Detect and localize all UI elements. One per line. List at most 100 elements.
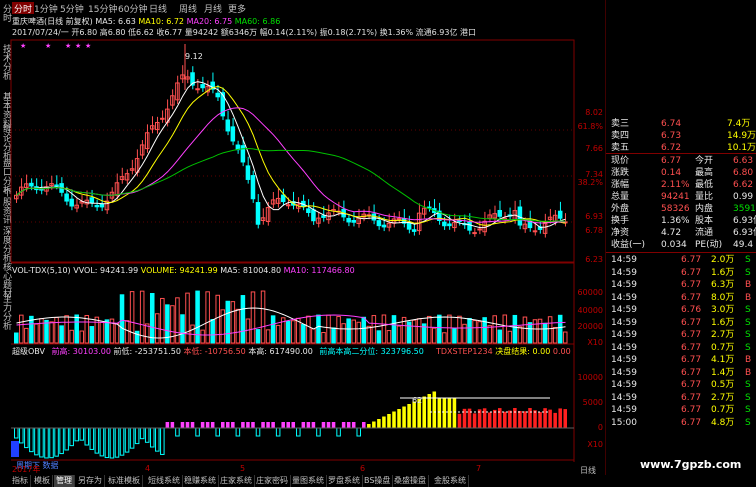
obv-bar [165, 422, 170, 428]
trade-row: 14:59 6.77 2.7万 S [609, 392, 756, 404]
volume-bar [386, 330, 392, 344]
stat-value: 6.93亿 [733, 216, 756, 226]
volume-tick: X10 [587, 338, 603, 347]
ask-volume: 14.9万 [727, 131, 756, 141]
trade-time: 14:59 [611, 292, 637, 303]
obv-bar [362, 422, 366, 428]
bottom-tab-8[interactable]: 庄家密码 [254, 475, 291, 487]
bottom-tab-5[interactable]: 短线系统 [146, 475, 183, 487]
obv-bar [442, 398, 447, 428]
volume-value: VOLUME: 94241.99 [140, 266, 218, 275]
signal-marker: ★ [20, 42, 26, 50]
obv-bar [251, 422, 255, 428]
obv-bar [241, 422, 245, 428]
obv-bar [124, 427, 130, 453]
stat-value: 6.80 [733, 168, 754, 178]
trade-price: 6.77 [681, 280, 702, 290]
obv-bar [296, 427, 301, 437]
trade-row: 15:00 6.77 4.8万 S [609, 417, 756, 429]
bottom-tab-3[interactable]: 另存为 [76, 475, 105, 487]
obv-bar [170, 422, 175, 428]
obv-prev-low: 前低: -253751.50 [113, 347, 181, 356]
volume-tick: 20000 [577, 322, 603, 331]
volume-bar [250, 291, 256, 344]
bottom-tab-0[interactable]: 指标 [10, 475, 31, 487]
obv-bar [412, 401, 416, 428]
daily-tab[interactable]: 日线 [578, 465, 598, 477]
trade-time: 14:59 [611, 330, 637, 340]
ask-label: 卖四 [611, 131, 630, 141]
volume-bar [341, 323, 346, 344]
volume-bar [149, 293, 155, 344]
obv-bar [104, 427, 110, 459]
volume-bar [59, 325, 64, 344]
bottom-tab-4[interactable]: 标准模板 [106, 475, 143, 487]
bottom-tab-6[interactable]: 稳赚系统 [182, 475, 219, 487]
obv-bar [226, 422, 230, 428]
trade-row: 14:59 6.77 1.4万 B [609, 367, 756, 379]
candle-body [280, 194, 286, 203]
obv-bar [94, 427, 100, 454]
volume-bar [301, 324, 306, 344]
trade-price: 6.77 [681, 405, 702, 415]
stat-label: 量比 [695, 192, 714, 202]
obv-bar [377, 419, 381, 428]
bottom-tab-7[interactable]: 庄家系统 [218, 475, 255, 487]
candle-body [99, 203, 105, 208]
obv-bar [160, 427, 165, 455]
signal-marker: ★ [45, 42, 51, 50]
price-tick: 8.02 [585, 108, 603, 117]
trade-time: 14:59 [611, 305, 637, 315]
bottom-tab-12[interactable]: 桑盛操盘 [392, 475, 429, 487]
volume-tick: 60000 [577, 288, 603, 297]
volume-bar [44, 319, 49, 344]
date-tick: 6 [360, 464, 366, 473]
kline-chart[interactable]: ★ ★ ★ ★ ★ [0, 0, 606, 475]
obv-bar [215, 427, 220, 437]
trade-price: 6.77 [681, 355, 702, 365]
bottom-tab-10[interactable]: 罗盘系统 [326, 475, 363, 487]
obv-bar [558, 408, 562, 428]
candle-body [215, 92, 220, 98]
volume-bar [285, 320, 291, 344]
volume-bar [134, 330, 140, 344]
obv-bar [210, 422, 215, 428]
candle-body [376, 220, 382, 227]
obv-bar [482, 408, 487, 428]
obv-bar [200, 422, 205, 428]
volume-bar [124, 320, 130, 344]
obv-bar [49, 427, 54, 459]
bottom-tab-2[interactable]: 管理 [54, 475, 75, 487]
candle-body [195, 88, 200, 91]
stat-value: 4.72 [661, 228, 682, 238]
trade-row: 14:59 6.77 1.6万 S [609, 267, 756, 279]
bottom-tab-1[interactable]: 模板 [32, 475, 53, 487]
trade-price: 6.77 [681, 330, 702, 340]
volume-bar [39, 318, 44, 344]
obv-bar [341, 422, 346, 428]
trade-volume: 0.7万 [711, 342, 735, 353]
trade-volume: 2.7万 [711, 392, 735, 403]
trade-price: 6.77 [681, 292, 702, 303]
volume-bar [537, 318, 543, 344]
price-tick: 6.93 [585, 212, 603, 221]
trade-row: 14:59 6.77 0.5万 S [609, 379, 756, 391]
date-tick: 5 [240, 464, 246, 473]
candle-body [240, 145, 246, 163]
trade-row: 14:59 6.77 2.0万 S [609, 254, 756, 266]
volume-bar [275, 324, 281, 344]
ask-label: 卖三 [611, 119, 630, 129]
volume-bar [437, 314, 442, 344]
bottom-tab-11[interactable]: BS操盘 [362, 475, 394, 487]
bottom-tab-13[interactable]: 金股系统 [432, 475, 469, 487]
stat-label: 收益(一) [611, 240, 646, 250]
volume-bar [119, 294, 125, 344]
stat-row: 收益(一) 0.034 PE(动) 49.4 [609, 239, 756, 251]
obv-bar [538, 412, 542, 428]
bottom-tab-9[interactable]: 量图系统 [290, 475, 327, 487]
obv-prev-high: 前高: 30103.00 [51, 347, 111, 356]
obv-bar [235, 427, 241, 437]
obv-cur-low: 本低: -10756.50 [183, 347, 246, 356]
signal-marker: ★ [85, 42, 91, 50]
trade-row: 14:59 6.77 8.0万 B [609, 292, 756, 304]
